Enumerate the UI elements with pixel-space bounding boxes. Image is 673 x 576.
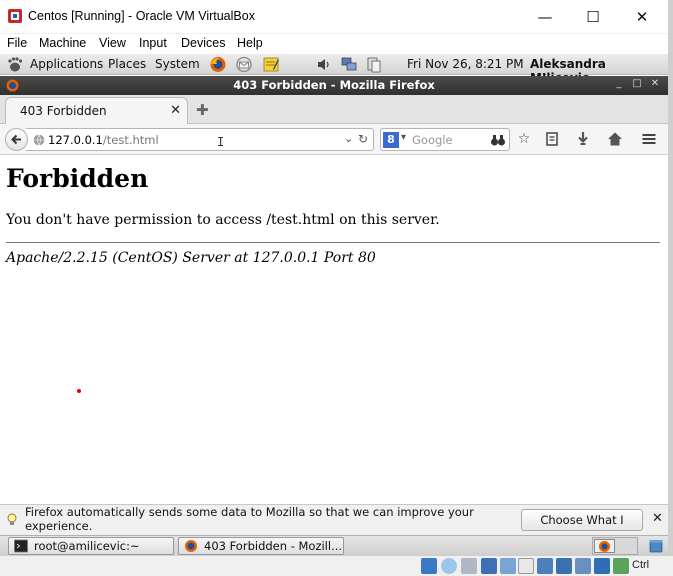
volume-icon[interactable] (315, 56, 333, 73)
firefox-launcher-icon[interactable] (209, 56, 227, 73)
google-engine-icon[interactable]: 8 (383, 132, 399, 148)
url-path: /test.html (102, 133, 159, 147)
search-placeholder: Google (412, 133, 453, 147)
menu-view[interactable]: View (99, 36, 126, 50)
hamburger-menu-icon[interactable] (640, 130, 658, 148)
menu-devices[interactable]: Devices (181, 36, 225, 50)
page-content: Forbidden You don't have permission to a… (0, 156, 668, 504)
ff-minimize-button[interactable]: _ (612, 78, 626, 89)
back-button[interactable] (5, 128, 28, 151)
url-history-dropdown-icon[interactable]: ⌄ (344, 132, 353, 145)
workspace-switcher[interactable] (592, 537, 638, 555)
choose-what-i-share-button[interactable]: Choose What I Share (521, 509, 643, 547)
host-key-arrow-icon[interactable] (613, 558, 629, 574)
gnome-top-panel: Applications Places System Fri Nov 26, 8… (0, 54, 668, 85)
url-bar[interactable]: 127.0.0.1/test.html ⌄ ↻ (26, 128, 374, 151)
new-tab-icon[interactable]: ✚ (196, 101, 209, 119)
firefox-taskbar-icon (185, 540, 197, 552)
display-status-icon[interactable] (537, 558, 553, 574)
host-key-label: Ctrl (632, 559, 650, 571)
workspace-1[interactable] (594, 539, 615, 553)
menu-file[interactable]: File (7, 36, 27, 50)
taskbar-firefox-label: 403 Forbidden - Mozill... (204, 539, 343, 553)
menu-machine[interactable]: Machine (39, 36, 86, 50)
url-text: 127.0.0.1/test.html (48, 133, 159, 147)
virtualbox-icon (8, 9, 22, 23)
network-status-icon[interactable] (481, 558, 497, 574)
firefox-tabstrip: 403 Forbidden ✕ ✚ (0, 95, 668, 125)
menu-help[interactable]: Help (237, 36, 263, 50)
globe-icon (33, 134, 45, 146)
close-button[interactable]: ✕ (627, 6, 657, 28)
tab-title: 403 Forbidden (20, 104, 107, 118)
minimize-button[interactable]: — (530, 6, 560, 28)
mail-launcher-icon[interactable] (235, 56, 253, 73)
window-edge (668, 0, 673, 576)
bookmark-star-icon[interactable]: ☆ (515, 130, 533, 148)
optical-drive-status-icon[interactable] (441, 558, 457, 574)
tab-close-icon[interactable]: ✕ (170, 103, 181, 118)
notes-launcher-icon[interactable] (262, 56, 280, 73)
taskbar-firefox[interactable]: 403 Forbidden - Mozill... (178, 537, 344, 555)
binoculars-icon[interactable] (490, 132, 506, 148)
menu-input[interactable]: Input (139, 36, 167, 50)
vbox-window-title: Centos [Running] - Oracle VM VirtualBox (28, 9, 255, 23)
notification-close-icon[interactable]: ✕ (652, 511, 663, 526)
page-message: You don't have permission to access /tes… (6, 212, 440, 228)
panel-applications-menu[interactable]: Applications (30, 57, 103, 71)
terminal-icon (14, 539, 28, 553)
search-engine-dropdown-icon[interactable]: ▾ (401, 132, 406, 143)
gnome-bottom-panel: root@amilicevic:~ 403 Forbidden - Mozill… (0, 535, 668, 556)
page-heading: Forbidden (6, 164, 149, 193)
reading-list-icon[interactable] (543, 130, 561, 148)
taskbar-terminal[interactable]: root@amilicevic:~ (8, 537, 174, 555)
lightbulb-icon (7, 513, 17, 525)
vbox-menubar: File Machine View Input Devices Help (0, 34, 673, 54)
hard-disk-status-icon[interactable] (421, 558, 437, 574)
usb-status-icon[interactable] (500, 558, 516, 574)
panel-places-menu[interactable]: Places (108, 57, 146, 71)
page-divider (6, 242, 660, 243)
update-notifier-icon[interactable] (365, 56, 383, 73)
mouse-pointer-dot (77, 389, 81, 393)
server-signature: Apache/2.2.15 (CentOS) Server at 127.0.0… (6, 250, 376, 266)
data-sharing-notification: Firefox automatically sends some data to… (0, 504, 668, 547)
workspace-firefox-icon (599, 541, 610, 552)
search-bar[interactable]: 8 ▾ Google (380, 128, 510, 151)
home-icon[interactable] (606, 130, 624, 148)
mouse-integration-status-icon[interactable] (594, 558, 610, 574)
reload-icon[interactable]: ↻ (358, 132, 368, 146)
downloads-icon[interactable] (574, 130, 592, 148)
url-host: 127.0.0.1 (48, 133, 103, 147)
tab-403-forbidden[interactable]: 403 Forbidden ✕ (5, 97, 188, 125)
firefox-navbar: 127.0.0.1/test.html ⌄ ↻ 8 ▾ Google ☆ (0, 124, 668, 155)
taskbar-terminal-label: root@amilicevic:~ (34, 539, 140, 553)
vbox-titlebar: Centos [Running] - Oracle VM VirtualBox … (0, 0, 673, 34)
shared-folders-status-icon[interactable] (518, 558, 534, 574)
ff-close-button[interactable]: ✕ (648, 78, 662, 89)
back-arrow-icon (11, 134, 21, 145)
network-icon[interactable] (340, 56, 358, 73)
audio-status-icon[interactable] (461, 558, 477, 574)
virtualization-status-icon[interactable] (575, 558, 591, 574)
notification-message: Firefox automatically sends some data to… (25, 505, 474, 533)
firefox-titlebar: 403 Forbidden - Mozilla Firefox _ □ ✕ (0, 76, 668, 95)
panel-system-menu[interactable]: System (155, 57, 200, 71)
maximize-button[interactable]: ☐ (578, 6, 608, 28)
trash-icon[interactable] (648, 538, 664, 554)
gnome-foot-icon (8, 57, 23, 72)
firefox-window-title: 403 Forbidden - Mozilla Firefox (233, 78, 435, 92)
video-capture-status-icon[interactable] (556, 558, 572, 574)
vbox-statusbar: Ctrl (0, 556, 673, 576)
text-cursor-icon: I (217, 135, 225, 149)
panel-clock[interactable]: Fri Nov 26, 8:21 PM (407, 57, 524, 71)
ff-maximize-button[interactable]: □ (630, 78, 644, 89)
